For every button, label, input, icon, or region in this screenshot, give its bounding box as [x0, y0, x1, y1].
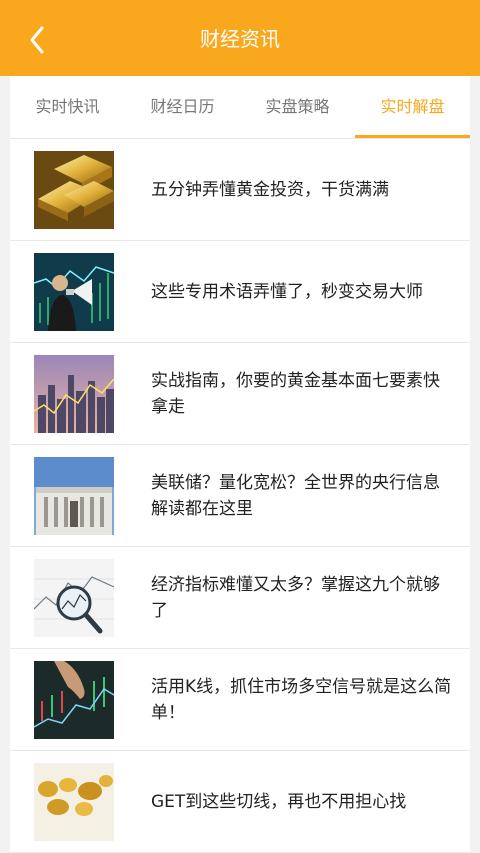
- article-title: 活用K线，抓住市场多空信号就是这么简单！: [151, 676, 452, 723]
- list-item[interactable]: GET到这些切线，再也不用担心找: [10, 751, 470, 853]
- article-title: 这些专用术语弄懂了，秒变交易大师: [151, 281, 423, 302]
- businessman-megaphone-image: [34, 253, 114, 331]
- list-item[interactable]: 五分钟弄懂黄金投资，干货满满: [10, 139, 470, 241]
- list-item[interactable]: 这些专用术语弄懂了，秒变交易大师: [10, 241, 470, 343]
- tab-market-analysis[interactable]: 实时解盘: [355, 76, 470, 138]
- article-list: 五分钟弄懂黄金投资，干货满满 这些专用术语弄懂了，秒变交易大师 实战指南，你要的…: [10, 139, 470, 853]
- tab-finance-calendar[interactable]: 财经日历: [125, 76, 240, 138]
- city-chart-image: [34, 355, 114, 433]
- list-item[interactable]: 活用K线，抓住市场多空信号就是这么简单！: [10, 649, 470, 751]
- gold-bars-image: [34, 151, 114, 229]
- magnifier-chart-image: [34, 559, 114, 637]
- article-title: 美联储？量化宽松？全世界的央行信息解读都在这里: [151, 472, 440, 519]
- tab-bar: 实时快讯 财经日历 实盘策略 实时解盘: [10, 76, 470, 139]
- tab-live-strategy[interactable]: 实盘策略: [240, 76, 355, 138]
- app-header: 财经资讯: [0, 0, 480, 76]
- touch-chart-image: [34, 661, 114, 739]
- list-item[interactable]: 实战指南，你要的黄金基本面七要素快拿走: [10, 343, 470, 445]
- tab-realtime-news[interactable]: 实时快讯: [10, 76, 125, 138]
- federal-reserve-building-image: [34, 457, 114, 535]
- article-title: 五分钟弄懂黄金投资，干货满满: [151, 179, 389, 200]
- gold-nuggets-image: [34, 763, 114, 841]
- article-title: GET到这些切线，再也不用担心找: [151, 791, 407, 812]
- list-item[interactable]: 经济指标难懂又太多？掌握这九个就够了: [10, 547, 470, 649]
- list-item[interactable]: 美联储？量化宽松？全世界的央行信息解读都在这里: [10, 445, 470, 547]
- page-title: 财经资讯: [200, 27, 280, 51]
- article-title: 经济指标难懂又太多？掌握这九个就够了: [151, 574, 440, 621]
- article-title: 实战指南，你要的黄金基本面七要素快拿走: [151, 370, 440, 417]
